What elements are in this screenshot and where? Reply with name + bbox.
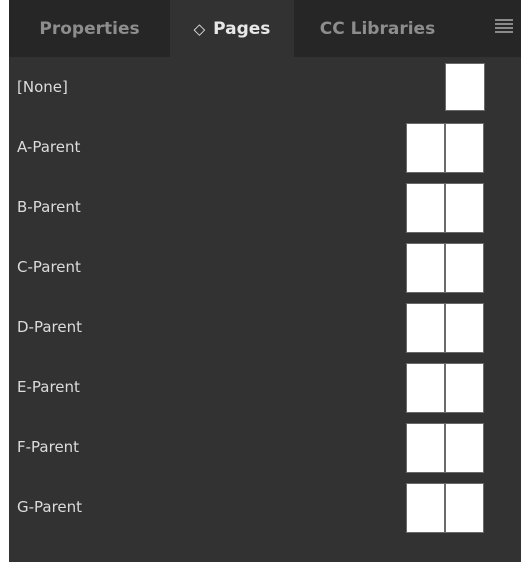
left-page-thumbnail[interactable]: [406, 243, 445, 293]
parent-row-a[interactable]: A-Parent: [9, 117, 521, 177]
parent-label: B-Parent: [17, 198, 81, 216]
right-page-thumbnail[interactable]: [445, 423, 484, 473]
tab-properties-label: Properties: [39, 18, 140, 39]
tab-collapse-arrows-icon: ◇: [193, 19, 206, 38]
right-page-thumbnail[interactable]: [445, 183, 484, 233]
pages-panel: Properties ◇ Pages CC Libraries [None] A…: [9, 0, 521, 562]
tab-cc-libraries-label: CC Libraries: [319, 18, 436, 39]
right-page-thumbnail[interactable]: [445, 123, 484, 173]
parent-label: E-Parent: [17, 378, 80, 396]
tab-properties[interactable]: Properties: [9, 0, 170, 57]
left-page-thumbnail[interactable]: [406, 483, 445, 533]
parent-label: C-Parent: [17, 258, 81, 276]
left-page-thumbnail[interactable]: [406, 123, 445, 173]
parent-label: F-Parent: [17, 438, 80, 456]
left-page-thumbnail[interactable]: [406, 363, 445, 413]
parent-row-c[interactable]: C-Parent: [9, 237, 521, 297]
parent-row-g[interactable]: G-Parent: [9, 477, 521, 537]
right-page-thumbnail[interactable]: [445, 243, 484, 293]
page-thumbnail[interactable]: [445, 63, 485, 111]
parent-label: G-Parent: [17, 498, 83, 516]
panel-tab-bar: Properties ◇ Pages CC Libraries: [9, 0, 521, 57]
left-page-thumbnail[interactable]: [406, 423, 445, 473]
right-page-thumbnail[interactable]: [445, 483, 484, 533]
left-page-thumbnail[interactable]: [406, 183, 445, 233]
parent-row-f[interactable]: F-Parent: [9, 417, 521, 477]
parent-label: A-Parent: [17, 138, 81, 156]
tab-cc-libraries[interactable]: CC Libraries: [294, 0, 461, 57]
parent-row-b[interactable]: B-Parent: [9, 177, 521, 237]
parent-label: [None]: [17, 78, 68, 96]
parent-row-none[interactable]: [None]: [9, 57, 521, 117]
right-page-thumbnail[interactable]: [445, 363, 484, 413]
parent-row-d[interactable]: D-Parent: [9, 297, 521, 357]
parent-row-e[interactable]: E-Parent: [9, 357, 521, 417]
parent-label: D-Parent: [17, 318, 82, 336]
tab-pages[interactable]: ◇ Pages: [170, 0, 294, 57]
right-page-thumbnail[interactable]: [445, 303, 484, 353]
hamburger-menu-icon[interactable]: [495, 19, 513, 33]
tab-pages-label: Pages: [213, 18, 271, 39]
left-page-thumbnail[interactable]: [406, 303, 445, 353]
